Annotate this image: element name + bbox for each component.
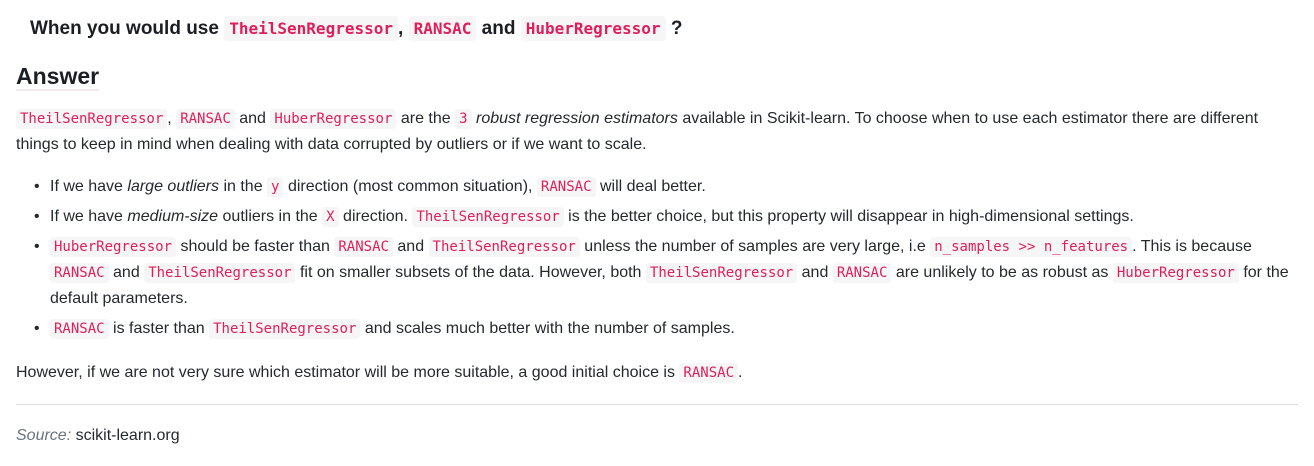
code-ransac: RANSAC <box>50 319 109 339</box>
question-suffix: ? <box>670 18 683 39</box>
question-and: and <box>481 18 516 39</box>
code-huber: HuberRegressor <box>50 237 177 257</box>
code-theilsen: TheilSenRegressor <box>412 207 564 227</box>
code-ransac: RANSAC <box>176 109 235 129</box>
bullet-icon: • <box>34 238 40 255</box>
bullet-icon: • <box>34 320 40 337</box>
code-n-samples: n_samples >> n_features <box>930 237 1133 257</box>
list-item: • If we have medium-size outliers in the… <box>34 204 1298 230</box>
code-count: 3 <box>455 109 472 129</box>
intro-paragraph: TheilSenRegressor, RANSAC and HuberRegre… <box>16 109 1259 153</box>
divider <box>16 404 1298 405</box>
code-theilsen: TheilSenRegressor <box>144 263 296 283</box>
code-theilsen: TheilSenRegressor <box>645 263 798 283</box>
qa-card: When you would use TheilSenRegressor, RA… <box>0 0 1314 466</box>
source-label: Source: <box>16 427 72 444</box>
list-item: • RANSAC is faster than TheilSenRegresso… <box>34 316 1298 342</box>
code-ransac: RANSAC <box>334 237 393 257</box>
question-sep: , <box>398 18 404 39</box>
code-ransac: RANSAC <box>408 16 477 41</box>
code-theilsen: TheilSenRegressor <box>209 319 361 339</box>
code-theilsen: TheilSenRegressor <box>224 16 398 41</box>
answer-heading: Answer <box>16 63 100 91</box>
list-item: • If we have large outliers in the y dir… <box>34 174 1298 200</box>
code-x: X <box>322 207 339 227</box>
code-ransac: RANSAC <box>679 363 738 383</box>
code-ransac: RANSAC <box>50 263 109 283</box>
code-huber: HuberRegressor <box>1112 263 1239 283</box>
conclusion-paragraph: However, if we are not very sure which e… <box>16 363 743 383</box>
points-list: • If we have large outliers in the y dir… <box>16 174 1298 342</box>
code-ransac: RANSAC <box>536 177 596 197</box>
list-item: • HuberRegressor should be faster than R… <box>34 234 1298 312</box>
code-theilsen: TheilSenRegressor <box>428 237 580 257</box>
bullet-icon: • <box>34 208 40 225</box>
code-y: y <box>267 177 284 197</box>
emphasis-robust: robust regression estimators <box>476 110 678 127</box>
source-line: Source: scikit-learn.org <box>16 425 1298 447</box>
question-prefix: When you would use <box>30 18 219 39</box>
code-huber: HuberRegressor <box>270 109 397 129</box>
code-ransac: RANSAC <box>832 263 892 283</box>
source-value: scikit-learn.org <box>75 427 180 444</box>
code-huber: HuberRegressor <box>520 16 666 41</box>
bullet-icon: • <box>34 178 40 195</box>
question-title: When you would use TheilSenRegressor, RA… <box>30 14 1298 44</box>
code-theilsen: TheilSenRegressor <box>16 109 168 129</box>
